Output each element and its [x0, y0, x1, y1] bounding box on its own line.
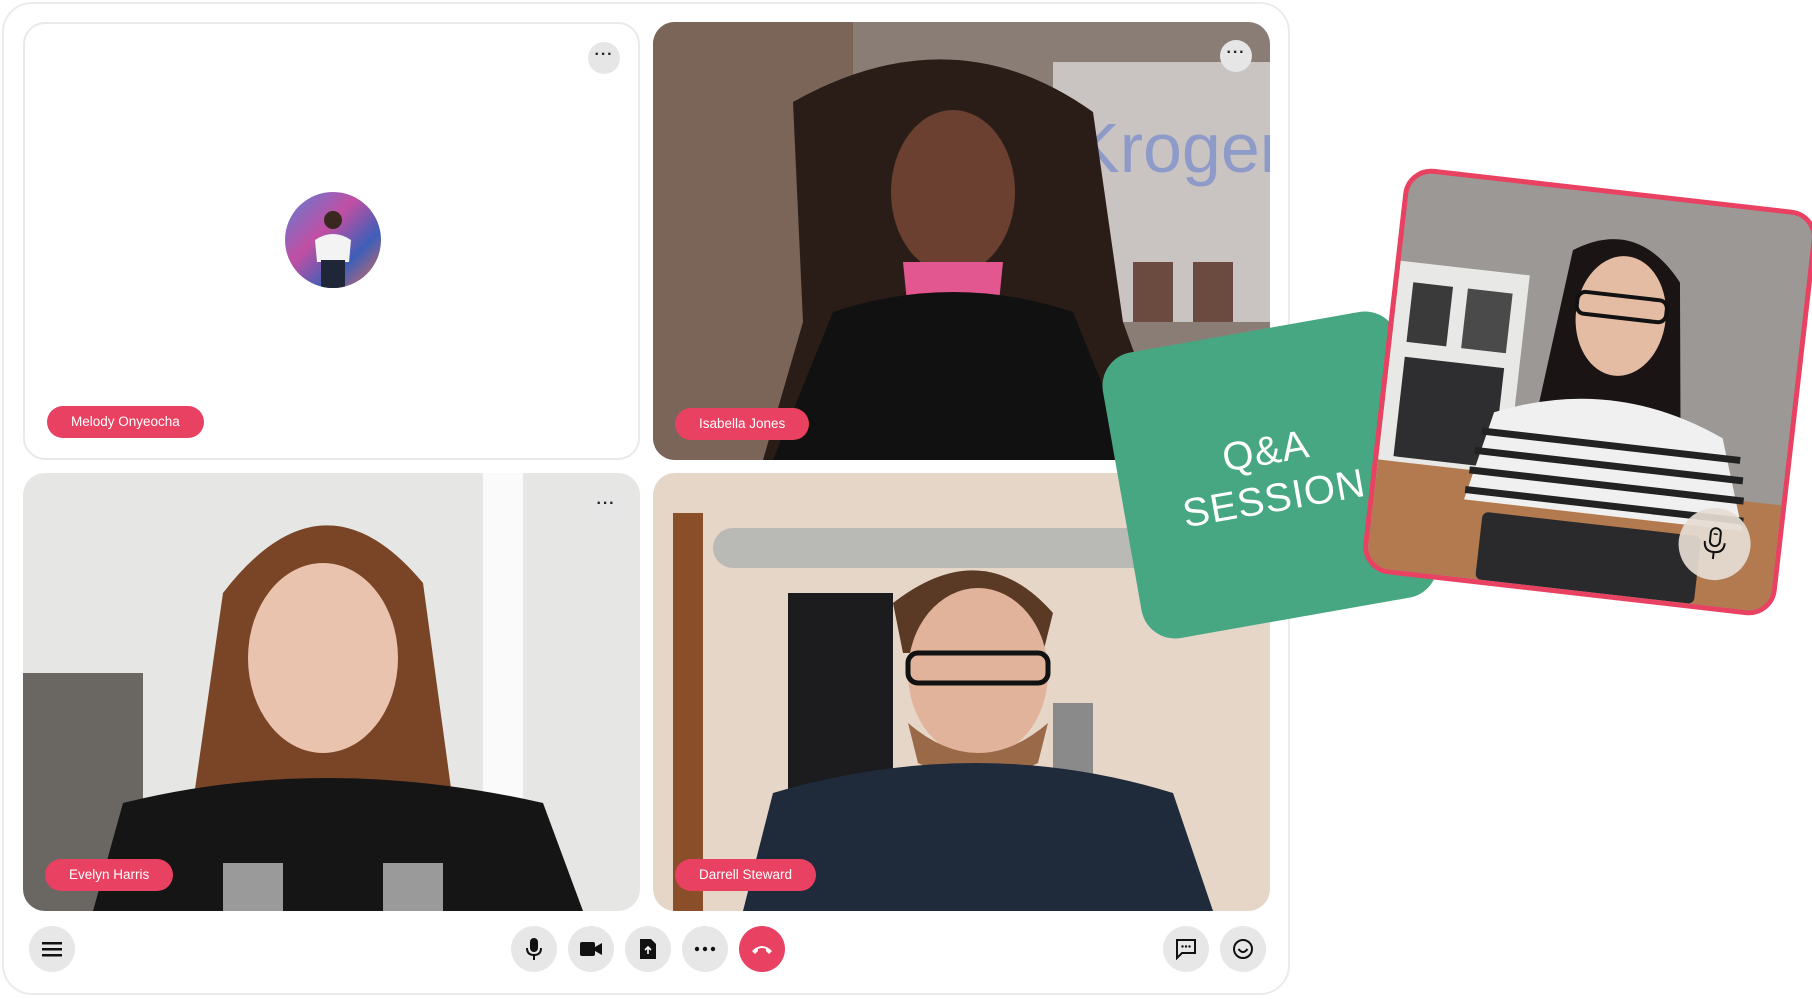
more-horizontal-icon: ··· [1226, 44, 1246, 61]
participant-name-badge: Melody Onyeocha [47, 406, 204, 438]
menu-icon [42, 942, 62, 957]
svg-text:Kroger: Kroger [1073, 109, 1270, 187]
participant-tile[interactable]: ··· Melody Onyeocha [23, 22, 640, 460]
emoji-icon [1233, 939, 1253, 959]
microphone-button[interactable] [511, 926, 557, 972]
tile-more-button[interactable]: ··· [1220, 40, 1252, 72]
tile-more-button[interactable]: ··· [588, 42, 620, 74]
participant-name-badge: Isabella Jones [675, 408, 810, 440]
more-horizontal-icon [694, 946, 716, 952]
chat-icon [1176, 939, 1196, 960]
more-horizontal-icon: ··· [596, 495, 616, 512]
microphone-icon [1703, 527, 1726, 560]
end-call-icon [752, 946, 772, 954]
camera-button[interactable] [568, 926, 614, 972]
tile-more-button[interactable]: ··· [590, 491, 622, 523]
avatar [285, 192, 381, 288]
participant-tile[interactable]: ··· Evelyn Harris [23, 473, 640, 911]
more-horizontal-icon: ··· [594, 46, 614, 63]
video-feed [23, 473, 640, 911]
floating-speaker-video[interactable] [1360, 165, 1812, 619]
more-options-button[interactable] [682, 926, 728, 972]
reactions-button[interactable] [1220, 926, 1266, 972]
chat-button[interactable] [1163, 926, 1209, 972]
video-camera-icon [580, 942, 602, 956]
end-call-button[interactable] [739, 926, 785, 972]
menu-button[interactable] [29, 926, 75, 972]
microphone-icon [526, 938, 542, 960]
share-screen-icon [640, 939, 656, 959]
participant-name-badge: Darrell Steward [675, 859, 817, 891]
participant-name-badge: Evelyn Harris [45, 859, 174, 891]
share-button[interactable] [625, 926, 671, 972]
